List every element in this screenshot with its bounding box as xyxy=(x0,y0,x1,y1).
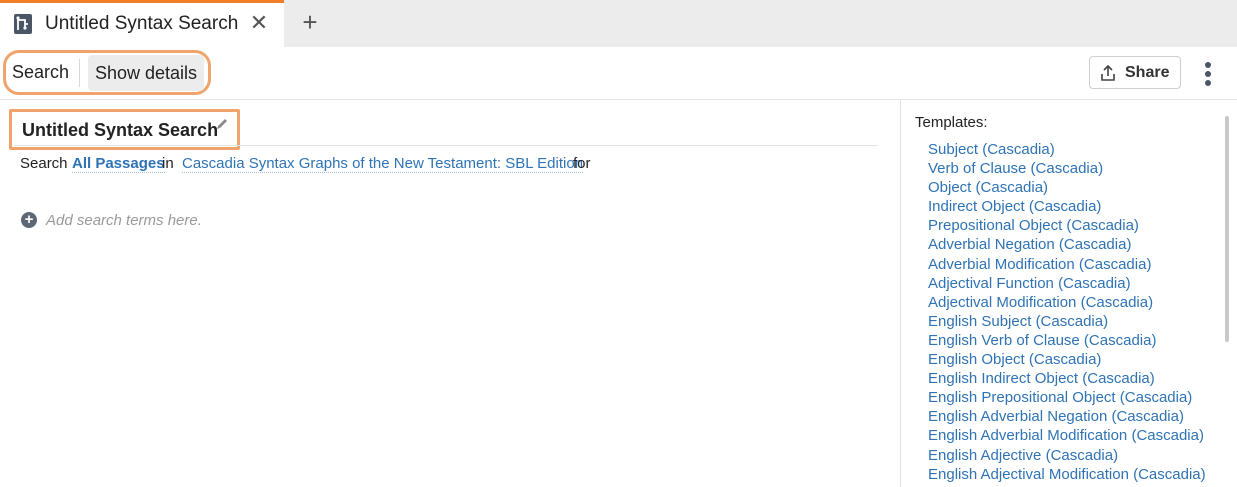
search-prefix-text: Search xyxy=(20,155,68,172)
more-dot xyxy=(1205,80,1211,86)
in-text: in xyxy=(162,155,174,172)
template-link[interactable]: English Verb of Clause (Cascadia) xyxy=(928,331,1206,350)
template-link[interactable]: Object (Cascadia) xyxy=(928,178,1206,197)
close-icon[interactable]: ✕ xyxy=(248,12,270,34)
tab-untitled-syntax-search[interactable]: Untitled Syntax Search ✕ xyxy=(0,0,284,47)
template-link[interactable]: Adjectival Function (Cascadia) xyxy=(928,274,1206,293)
template-link[interactable]: English Adjectival Modification (Cascadi… xyxy=(928,465,1206,484)
share-button[interactable]: Share xyxy=(1089,56,1181,89)
template-link[interactable]: Subject (Cascadia) xyxy=(928,140,1206,159)
for-text: for xyxy=(573,155,591,172)
templates-heading: Templates: xyxy=(915,114,988,131)
syntax-tree-icon xyxy=(14,14,32,34)
more-vertical-icon[interactable] xyxy=(1198,59,1218,89)
search-button[interactable]: Search xyxy=(12,62,69,83)
template-link[interactable]: Adverbial Modification (Cascadia) xyxy=(928,255,1206,274)
tab-title: Untitled Syntax Search xyxy=(45,13,239,34)
template-link[interactable]: English Subject (Cascadia) xyxy=(928,312,1206,331)
add-circle-icon[interactable]: + xyxy=(21,212,37,228)
template-link[interactable]: English Adverbial Negation (Cascadia) xyxy=(928,407,1206,426)
template-list: Subject (Cascadia) Verb of Clause (Casca… xyxy=(928,140,1206,484)
template-link[interactable]: Prepositional Object (Cascadia) xyxy=(928,216,1206,235)
more-dot xyxy=(1205,71,1211,77)
show-details-button[interactable]: Show details xyxy=(88,55,204,91)
templates-scrollbar[interactable] xyxy=(1225,116,1229,342)
pencil-icon[interactable] xyxy=(215,117,229,131)
more-dot xyxy=(1205,62,1211,68)
all-passages-link[interactable]: All Passages xyxy=(72,155,165,173)
template-link[interactable]: Indirect Object (Cascadia) xyxy=(928,197,1206,216)
template-link[interactable]: English Object (Cascadia) xyxy=(928,350,1206,369)
page-title[interactable]: Untitled Syntax Search xyxy=(22,120,218,141)
title-divider xyxy=(14,145,878,146)
templates-panel: Templates: Subject (Cascadia) Verb of Cl… xyxy=(900,100,1237,487)
template-link[interactable]: Adjectival Modification (Cascadia) xyxy=(928,293,1206,312)
toolbar: Search Show details Share xyxy=(0,47,1237,100)
add-search-terms[interactable]: Add search terms here. xyxy=(46,212,202,229)
template-link[interactable]: Verb of Clause (Cascadia) xyxy=(928,159,1206,178)
tab-strip: Untitled Syntax Search ✕ + xyxy=(0,0,1237,47)
upload-icon xyxy=(1099,63,1117,83)
corpus-link[interactable]: Cascadia Syntax Graphs of the New Testam… xyxy=(182,155,584,173)
template-link[interactable]: English Indirect Object (Cascadia) xyxy=(928,369,1206,388)
template-link[interactable]: English Adverbial Modification (Cascadia… xyxy=(928,426,1206,445)
toolbar-divider xyxy=(79,59,80,87)
template-link[interactable]: English Adjective (Cascadia) xyxy=(928,446,1206,465)
template-link[interactable]: Adverbial Negation (Cascadia) xyxy=(928,235,1206,254)
template-link[interactable]: English Prepositional Object (Cascadia) xyxy=(928,388,1206,407)
new-tab-button[interactable]: + xyxy=(298,9,322,35)
share-label: Share xyxy=(1125,64,1170,81)
